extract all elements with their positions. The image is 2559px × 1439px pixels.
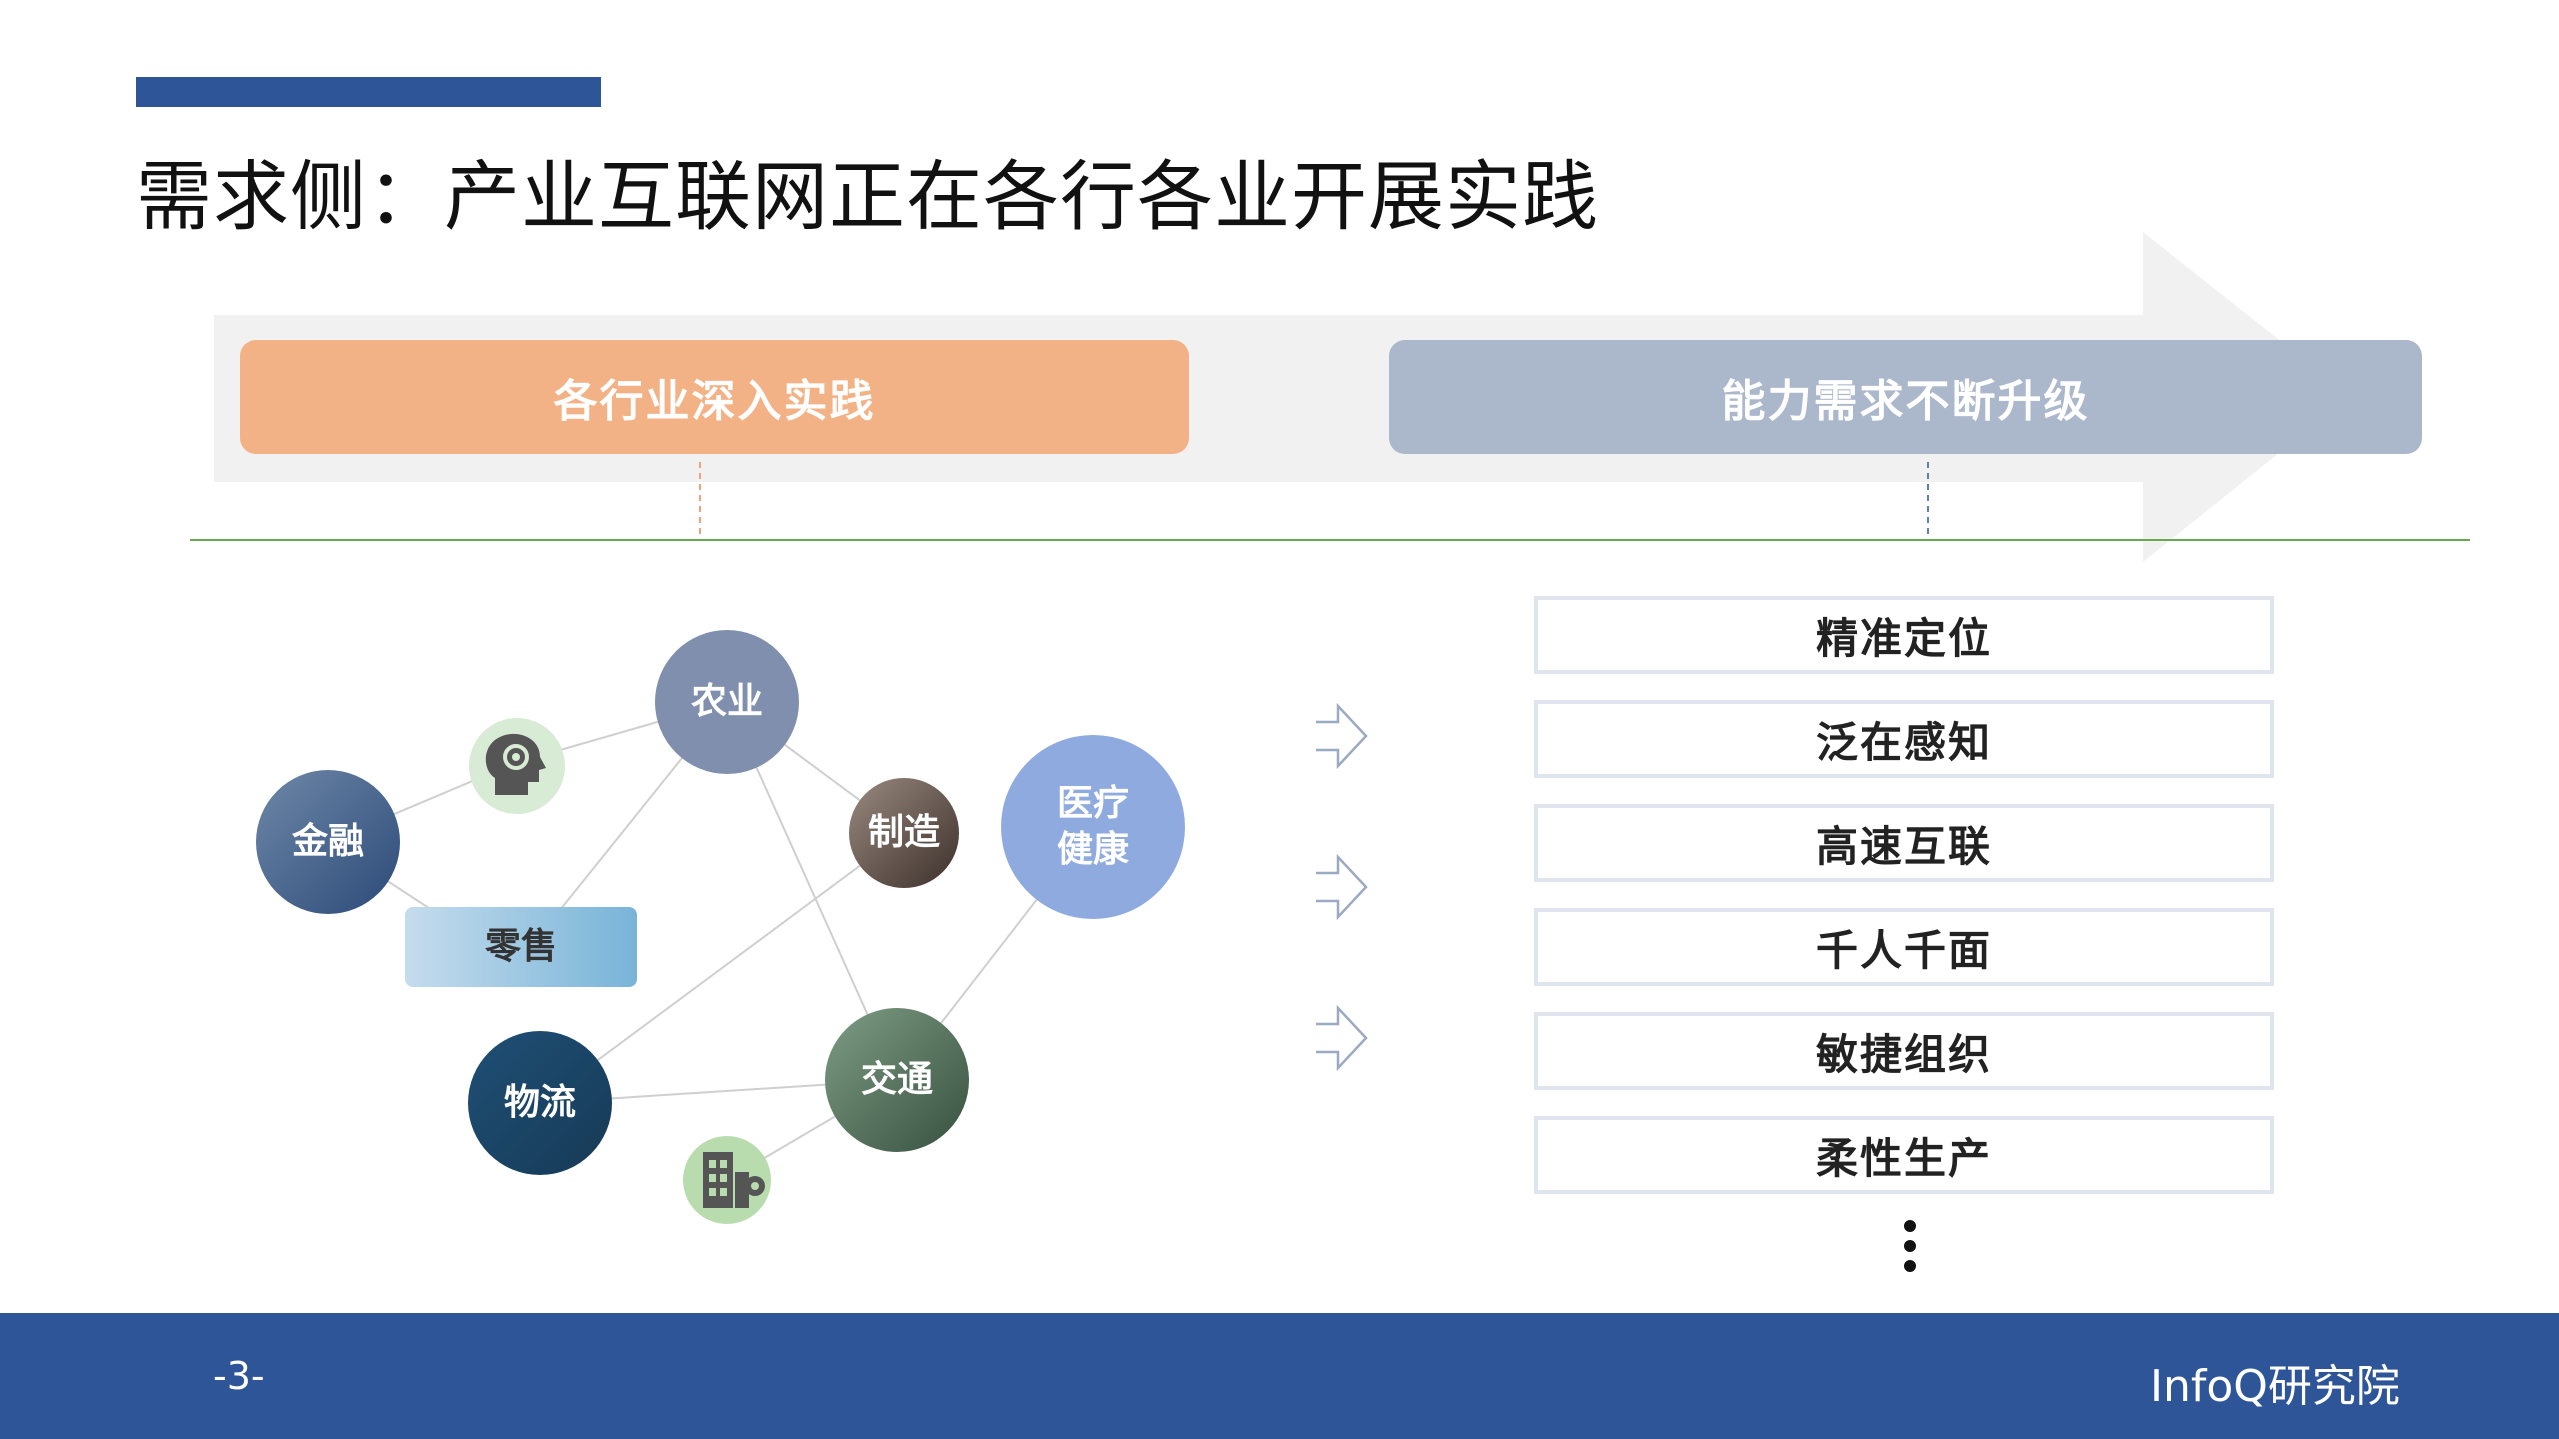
agriculture-node: 农业 bbox=[655, 630, 799, 774]
capability-item: 泛在感知 bbox=[1534, 700, 2274, 778]
capability-item: 高速互联 bbox=[1534, 804, 2274, 882]
agriculture-label: 农业 bbox=[690, 681, 763, 722]
more-ellipsis-icon bbox=[1904, 1212, 1916, 1280]
flow-arrow-1 bbox=[1316, 702, 1368, 770]
capability-item: 精准定位 bbox=[1534, 596, 2274, 674]
healthcare-label-line2: 健康 bbox=[1056, 829, 1129, 870]
manufacturing-label: 制造 bbox=[867, 812, 940, 853]
brand-label: InfoQ研究院 bbox=[2150, 1361, 2400, 1412]
healthcare-node: 医疗 健康 bbox=[1001, 735, 1185, 919]
flow-arrow-2 bbox=[1316, 853, 1368, 921]
healthcare-label-line1: 医疗 bbox=[1056, 783, 1129, 824]
flow-arrows bbox=[1316, 702, 1368, 1072]
capability-item: 千人千面 bbox=[1534, 908, 2274, 986]
manufacturing-node: 制造 bbox=[849, 778, 959, 888]
transport-label: 交通 bbox=[860, 1059, 933, 1100]
transport-node: 交通 bbox=[825, 1008, 969, 1152]
retail-node: 零售 bbox=[405, 907, 637, 987]
flow-arrow-3 bbox=[1316, 1004, 1368, 1072]
page-number: -3- bbox=[213, 1354, 265, 1398]
logistics-node: 物流 bbox=[468, 1031, 612, 1175]
capability-item: 柔性生产 bbox=[1534, 1116, 2274, 1194]
finance-node: 金融 bbox=[256, 770, 400, 914]
capability-item: 敏捷组织 bbox=[1534, 1012, 2274, 1090]
building-gear-icon bbox=[683, 1136, 771, 1224]
head-gear-icon bbox=[469, 718, 565, 814]
logistics-label: 物流 bbox=[503, 1082, 576, 1123]
retail-label: 零售 bbox=[484, 926, 557, 967]
finance-label: 金融 bbox=[291, 821, 364, 862]
